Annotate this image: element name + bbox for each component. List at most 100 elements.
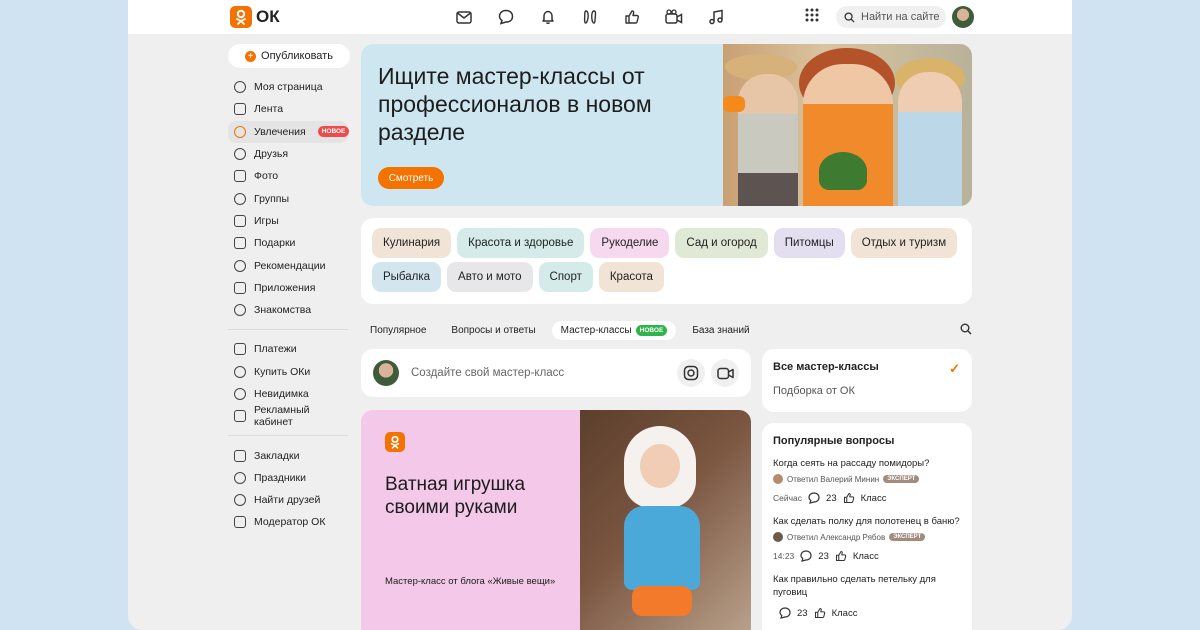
check-icon: ✓ [949,361,960,376]
sidebar-item-hobbies[interactable]: Увлечения НОВОЕ [228,120,350,143]
question-item[interactable]: Как сделать полку для полотенец в баню? … [773,515,961,562]
comments-count[interactable]: 23 [826,493,837,504]
expert-badge: ЭКСПЕРТ [883,475,920,483]
sidebar-item-payments[interactable]: Платежи [228,338,350,360]
sidebar-item-label: Знакомства [254,304,312,317]
search-icon[interactable] [960,323,972,335]
category-chip-beauty-health[interactable]: Красота и здоровье [457,228,585,258]
sidebar-item-bookmarks[interactable]: Закладки [228,444,350,466]
popular-questions-title: Популярные вопросы [773,435,895,447]
publish-button[interactable]: + Опубликовать [228,44,350,68]
sidebar-divider [228,435,348,437]
question-item[interactable]: Когда сеять на рассаду помидоры? Ответил… [773,457,961,504]
search-icon [844,11,855,23]
sidebar-item-dating[interactable]: Знакомства [228,299,350,321]
hobby-icon [234,125,246,138]
category-chip-travel[interactable]: Отдых и туризм [850,228,958,258]
category-chip-pets[interactable]: Питомцы [773,228,845,258]
promo-banner[interactable]: Ищите мастер-классы от профессионалов в … [361,44,972,206]
popular-questions-box: Популярные вопросы Когда сеять на рассад… [762,423,972,630]
ok-logo[interactable]: ОК [230,6,280,28]
sidebar-item-friends[interactable]: Друзья [228,143,350,165]
video-upload-button[interactable] [711,359,739,387]
question-title[interactable]: Когда сеять на рассаду помидоры? [773,457,961,470]
category-chip-beauty[interactable]: Красота [598,262,664,292]
app-window: ОК Найти на сайте + Опубликовать Моя стр… [128,0,1072,630]
ads-icon [234,410,246,423]
klass-label[interactable]: Класс [832,608,858,619]
chat-icon[interactable] [496,7,516,27]
like-icon[interactable] [843,492,855,504]
sidebar-item-buy-oks[interactable]: Купить ОКи [228,361,350,383]
question-item[interactable]: Как правильно сделать петельку для пугов… [773,573,961,619]
sidebar-item-moderator[interactable]: Модератор ОК [228,511,350,533]
sidebar-item-recommendations[interactable]: Рекомендации [228,254,350,276]
comment-icon [800,550,812,562]
like-icon[interactable] [622,7,642,27]
category-chip-auto-moto[interactable]: Авто и мото [447,262,533,292]
sidebar-item-label: Фото [254,170,279,183]
sidebar-item-games[interactable]: Игры [228,210,350,232]
music-icon[interactable] [706,7,726,27]
ok-selection-link[interactable]: Подборка от ОК [773,385,961,397]
tab-knowledge-base[interactable]: База знаний [683,321,758,340]
ok-logo-icon [230,6,252,28]
sidebar-item-invisible[interactable]: Невидимка [228,383,350,405]
sidebar-item-holidays[interactable]: Праздники [228,467,350,489]
gift-icon [234,237,246,250]
category-panel: Кулинария Красота и здоровье Рукоделие С… [361,218,972,304]
publish-label: Опубликовать [261,50,333,62]
tab-label: Популярное [370,324,427,336]
tab-popular[interactable]: Популярное [361,321,435,340]
category-chip-handicraft[interactable]: Рукоделие [590,228,670,258]
expert-badge: ЭКСПЕРТ [889,533,926,541]
category-chip-cooking[interactable]: Кулинария [372,228,452,258]
bell-icon[interactable] [538,7,558,27]
question-title[interactable]: Как сделать полку для полотенец в баню? [773,515,961,528]
home-icon [234,103,246,116]
create-master-class-box[interactable]: Создайте свой мастер-класс [361,349,751,397]
tab-questions[interactable]: Вопросы и ответы [442,321,544,340]
sidebar-item-find-friends[interactable]: Найти друзей [228,489,350,511]
camera-button[interactable] [677,359,705,387]
sidebar-item-apps[interactable]: Приложения [228,277,350,299]
banner-watch-button[interactable]: Смотреть [378,167,444,189]
sidebar-item-photo[interactable]: Фото [228,165,350,187]
comment-icon [779,607,791,619]
search-input[interactable]: Найти на сайте [836,6,946,28]
klass-label[interactable]: Класс [861,493,887,504]
apps-grid-icon[interactable] [804,7,824,27]
photo-icon [234,170,246,183]
banner-photo-person-1 [738,74,798,206]
question-title[interactable]: Как правильно сделать петельку для пугов… [773,573,961,599]
create-placeholder[interactable]: Создайте свой мастер-класс [411,367,671,379]
compass-icon [234,259,246,272]
comments-count[interactable]: 23 [797,608,808,619]
new-badge: НОВОЕ [317,126,350,138]
master-class-card[interactable]: Ватная игрушка своими руками Мастер-клас… [361,410,751,630]
category-chip-sport[interactable]: Спорт [538,262,593,292]
banner-title: Ищите мастер-классы от профессионалов в … [378,63,652,145]
sidebar-item-my-page[interactable]: Моя страница [228,76,350,98]
friends-icon [234,148,246,161]
sidebar-item-groups[interactable]: Группы [228,187,350,209]
category-chip-garden[interactable]: Сад и огород [675,228,768,258]
like-icon[interactable] [814,607,826,619]
guests-icon[interactable] [580,7,600,27]
klass-label[interactable]: Класс [853,551,879,562]
tab-master-classes[interactable]: Мастер-классы НОВОЕ [551,320,677,340]
video-icon[interactable] [664,7,684,27]
like-icon[interactable] [835,550,847,562]
sidebar-item-feed[interactable]: Лента [228,98,350,120]
mail-icon[interactable] [454,7,474,27]
comments-count[interactable]: 23 [818,551,829,562]
sidebar-item-label: Увлечения [254,125,306,138]
sidebar-item-gifts[interactable]: Подарки [228,232,350,254]
all-master-classes-box[interactable]: Все мастер-классы Подборка от ОК ✓ [762,349,972,412]
user-avatar[interactable] [952,6,974,28]
sidebar-item-ads[interactable]: Рекламный кабинет [228,404,350,428]
question-author: Ответил Валерий Минин ЭКСПЕРТ [773,474,961,484]
new-badge: НОВОЕ [635,324,668,336]
sidebar-item-label: Приложения [254,281,316,294]
category-chip-fishing[interactable]: Рыбалка [372,262,442,292]
